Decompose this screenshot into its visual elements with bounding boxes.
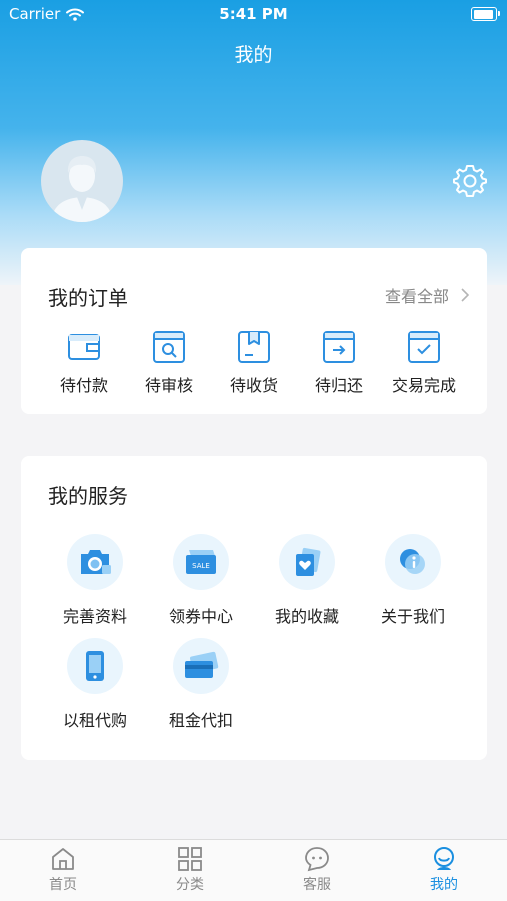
package-icon [238, 331, 270, 363]
battery-icon [471, 7, 500, 21]
info-icon [400, 549, 425, 574]
tab-mine[interactable]: 我的 [381, 846, 507, 894]
service-coupon-center[interactable]: SALE 领券中心 [148, 534, 254, 627]
avatar[interactable] [41, 140, 123, 222]
service-label: 关于我们 [380, 607, 445, 626]
orders-title: 我的订单 [48, 286, 128, 310]
tab-customer-service[interactable]: 客服 [254, 846, 380, 894]
tab-bar: 首页 分类 客服 我的 [0, 839, 507, 901]
wallet-icon [68, 334, 100, 360]
phone-icon [86, 651, 104, 681]
service-rent-deduction[interactable]: 租金代扣 [148, 638, 254, 731]
service-my-favorites[interactable]: 我的收藏 [254, 534, 360, 627]
tab-label: 客服 [303, 877, 331, 893]
services-title: 我的服务 [48, 484, 128, 508]
tab-label: 首页 [49, 877, 77, 893]
view-all-label: 查看全部 [384, 287, 449, 306]
service-label: 我的收藏 [274, 607, 339, 626]
grid-icon [178, 847, 202, 871]
tab-categories[interactable]: 分类 [127, 846, 253, 894]
card-icon [185, 651, 219, 678]
service-label: 以租代购 [62, 711, 127, 730]
order-pending-receipt[interactable]: 待收货 [212, 330, 296, 396]
user-silhouette-icon [51, 156, 113, 222]
coupon-icon: SALE [186, 550, 216, 574]
status-bar: Carrier 5:41 PM [0, 0, 507, 28]
order-label: 待归还 [314, 376, 363, 395]
status-time: 5:41 PM [219, 5, 288, 23]
tab-label: 分类 [176, 877, 204, 893]
service-complete-profile[interactable]: 完善资料 [42, 534, 148, 627]
coupon-sale-text: SALE [192, 562, 210, 570]
order-label: 交易完成 [391, 376, 456, 395]
service-rent-to-own[interactable]: 以租代购 [42, 638, 148, 731]
view-all-orders-link[interactable]: 查看全部 [385, 283, 469, 307]
order-pending-review[interactable]: 待审核 [127, 330, 211, 396]
tab-label: 我的 [430, 877, 458, 893]
complete-icon [408, 331, 440, 363]
order-completed[interactable]: 交易完成 [382, 330, 466, 396]
return-icon [323, 331, 355, 363]
favorite-icon [296, 547, 321, 576]
settings-gear-icon[interactable] [453, 163, 487, 197]
service-label: 完善资料 [62, 607, 127, 626]
page-title: 我的 [234, 44, 273, 66]
service-about-us[interactable]: 关于我们 [360, 534, 466, 627]
service-label: 领券中心 [168, 607, 233, 626]
order-pending-payment[interactable]: 待付款 [42, 330, 126, 396]
profile-icon [434, 847, 454, 870]
order-label: 待付款 [59, 376, 108, 395]
orders-card: 我的订单 查看全部 待付款 待审核 待收货 待归还 交易完成 [21, 248, 487, 414]
services-card: 我的服务 完善资料 SALE 领券中心 我的收藏 关于我们 以租代购 租金代扣 [21, 456, 487, 760]
tab-home[interactable]: 首页 [0, 846, 126, 894]
service-label: 租金代扣 [168, 711, 233, 730]
chat-icon [305, 847, 329, 872]
order-label: 待审核 [144, 376, 193, 395]
camera-profile-icon [81, 550, 111, 574]
order-label: 待收货 [229, 376, 278, 395]
order-pending-return[interactable]: 待归还 [297, 330, 381, 396]
chevron-right-icon [461, 288, 469, 302]
home-icon [52, 848, 74, 870]
review-icon [153, 331, 185, 363]
